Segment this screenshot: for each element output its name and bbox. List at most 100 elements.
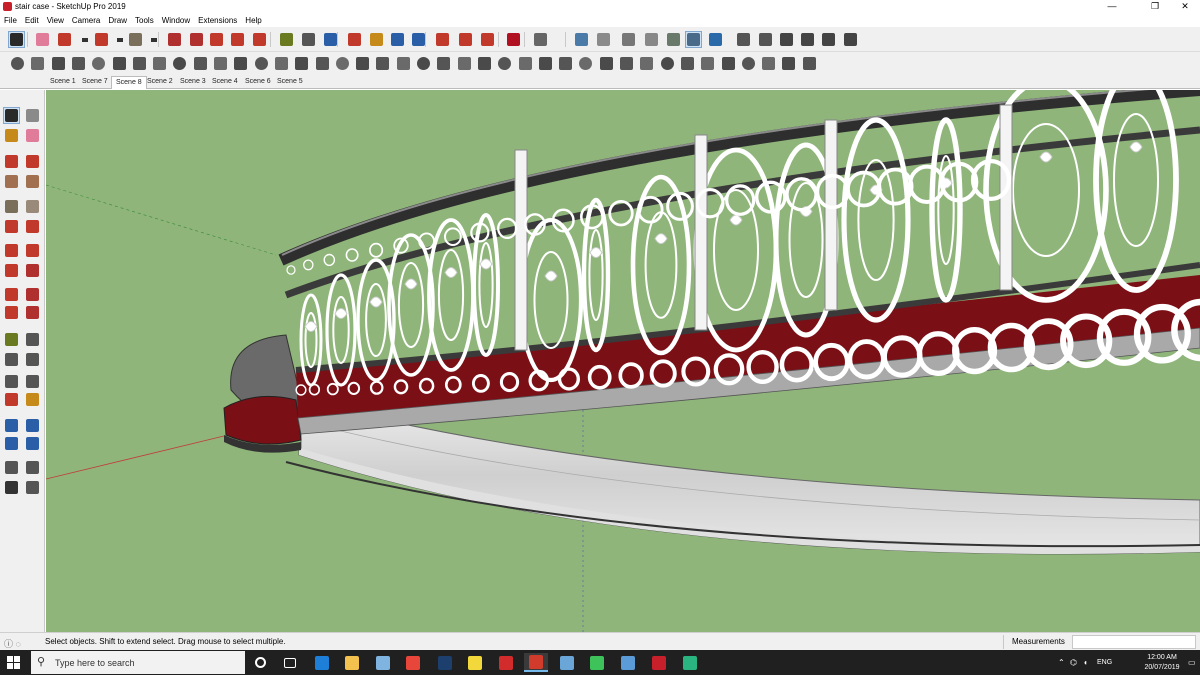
offset-icon[interactable]: [24, 304, 41, 321]
wireframe-icon[interactable]: [620, 31, 637, 48]
ext-tool-8-icon[interactable]: [151, 55, 168, 72]
tape-measure-icon[interactable]: [3, 331, 20, 348]
ext-tool-5-icon[interactable]: [90, 55, 107, 72]
shaded-textures-icon[interactable]: [685, 31, 702, 48]
ext-tool-9-icon[interactable]: [171, 55, 188, 72]
ext-tool-15-icon[interactable]: [293, 55, 310, 72]
ext-tool-35-icon[interactable]: [699, 55, 716, 72]
ext-tool-27-icon[interactable]: [537, 55, 554, 72]
menu-window[interactable]: Window: [158, 14, 194, 27]
network-icon[interactable]: ⌬: [1070, 658, 1077, 667]
back-view-icon[interactable]: [820, 31, 837, 48]
look-around-icon[interactable]: [24, 459, 41, 476]
pan-icon[interactable]: [368, 31, 385, 48]
bezier-icon[interactable]: [29, 55, 46, 72]
shape-dropdown-icon[interactable]: [145, 31, 162, 48]
taskbar-search-box[interactable]: ⚲ Type here to search: [31, 651, 245, 674]
move-tool-icon[interactable]: [208, 31, 225, 48]
circle-icon[interactable]: [3, 198, 20, 215]
menu-view[interactable]: View: [43, 14, 68, 27]
zoom-extents-icon[interactable]: [3, 435, 20, 452]
ext-tool-13-icon[interactable]: [253, 55, 270, 72]
right-view-icon[interactable]: [799, 31, 816, 48]
ruby-icon[interactable]: [505, 31, 522, 48]
tray-chevron-icon[interactable]: ⌃: [1058, 658, 1065, 667]
ext-tool-28-icon[interactable]: [557, 55, 574, 72]
menu-draw[interactable]: Draw: [104, 14, 131, 27]
sticky-notes-icon[interactable]: [463, 653, 487, 672]
freehand-icon[interactable]: [24, 153, 41, 170]
text-icon[interactable]: [24, 351, 41, 368]
clock-time[interactable]: 12:00 AM: [1137, 653, 1187, 662]
orbit-icon[interactable]: [3, 391, 20, 408]
menu-extensions[interactable]: Extensions: [194, 14, 241, 27]
offset-icon[interactable]: [188, 31, 205, 48]
polygon-icon[interactable]: [24, 198, 41, 215]
menu-help[interactable]: Help: [241, 14, 265, 27]
arc-tool-icon[interactable]: [93, 31, 110, 48]
scene-tab-scene-1[interactable]: Scene 1: [46, 76, 80, 89]
ext-tool-3-icon[interactable]: [50, 55, 67, 72]
tape-measure-icon[interactable]: [278, 31, 295, 48]
back-edges-icon[interactable]: [595, 31, 612, 48]
scene-tab-scene-4[interactable]: Scene 4: [208, 76, 242, 89]
maximize-button[interactable]: ❐: [1140, 0, 1170, 13]
measurements-field[interactable]: [1072, 635, 1196, 649]
zoom-icon[interactable]: [3, 417, 20, 434]
dimension-icon[interactable]: [24, 331, 41, 348]
photoshop-icon[interactable]: [433, 653, 457, 672]
iso-view-icon[interactable]: [735, 31, 752, 48]
status-info-icon[interactable]: ⓘ ◌: [4, 637, 21, 650]
task-view-icon[interactable]: [278, 653, 302, 672]
menu-edit[interactable]: Edit: [21, 14, 43, 27]
scene-tab-scene-2[interactable]: Scene 2: [143, 76, 177, 89]
component-icon[interactable]: [24, 107, 41, 124]
eraser-icon[interactable]: [24, 127, 41, 144]
arc-icon[interactable]: [3, 218, 20, 235]
ext-tool-37-icon[interactable]: [740, 55, 757, 72]
scene-tab-scene-5[interactable]: Scene 5: [273, 76, 307, 89]
text-tool-icon[interactable]: [300, 31, 317, 48]
close-button[interactable]: ✕: [1170, 0, 1200, 13]
ext-tool-22-icon[interactable]: [435, 55, 452, 72]
layout-app-icon[interactable]: [616, 653, 640, 672]
push-pull-icon[interactable]: [24, 262, 41, 279]
minimize-button[interactable]: —: [1097, 0, 1127, 13]
volume-icon[interactable]: ◖: [1083, 658, 1088, 667]
zoom-window-icon[interactable]: [24, 417, 41, 434]
store-icon[interactable]: [371, 653, 395, 672]
ext-tool-11-icon[interactable]: [212, 55, 229, 72]
scene-tab-scene-8[interactable]: Scene 8: [111, 76, 147, 89]
ext-tool-40-icon[interactable]: [801, 55, 818, 72]
ext-tool-6-icon[interactable]: [111, 55, 128, 72]
style-builder-icon[interactable]: [647, 653, 671, 672]
ext-tool-24-icon[interactable]: [476, 55, 493, 72]
ext-tool-16-icon[interactable]: [314, 55, 331, 72]
line-dropdown-icon[interactable]: [76, 31, 93, 48]
freehand-icon[interactable]: [9, 55, 26, 72]
xray-icon[interactable]: [573, 31, 590, 48]
chrome-icon[interactable]: [401, 653, 425, 672]
protractor-icon[interactable]: [3, 351, 20, 368]
ext-tool-10-icon[interactable]: [192, 55, 209, 72]
rotate-tool-icon[interactable]: [229, 31, 246, 48]
section-plane-icon[interactable]: [24, 479, 41, 496]
ext-tool-26-icon[interactable]: [517, 55, 534, 72]
hidden-line-icon[interactable]: [643, 31, 660, 48]
whatsapp-icon[interactable]: [585, 653, 609, 672]
zoom-icon[interactable]: [389, 31, 406, 48]
scale-tool-icon[interactable]: [251, 31, 268, 48]
ext-tool-23-icon[interactable]: [456, 55, 473, 72]
rectangle-icon[interactable]: [3, 173, 20, 190]
ext-tool-36-icon[interactable]: [720, 55, 737, 72]
file-explorer-icon[interactable]: [340, 653, 364, 672]
menu-file[interactable]: File: [0, 14, 21, 27]
layout-icon[interactable]: [479, 31, 496, 48]
ext-tool-34-icon[interactable]: [679, 55, 696, 72]
line-icon[interactable]: [3, 153, 20, 170]
ext-tool-17-icon[interactable]: [334, 55, 351, 72]
arc-dropdown-icon[interactable]: [111, 31, 128, 48]
rotated-rectangle-icon[interactable]: [24, 173, 41, 190]
ext-tool-12-icon[interactable]: [232, 55, 249, 72]
follow-me-icon[interactable]: [24, 286, 41, 303]
